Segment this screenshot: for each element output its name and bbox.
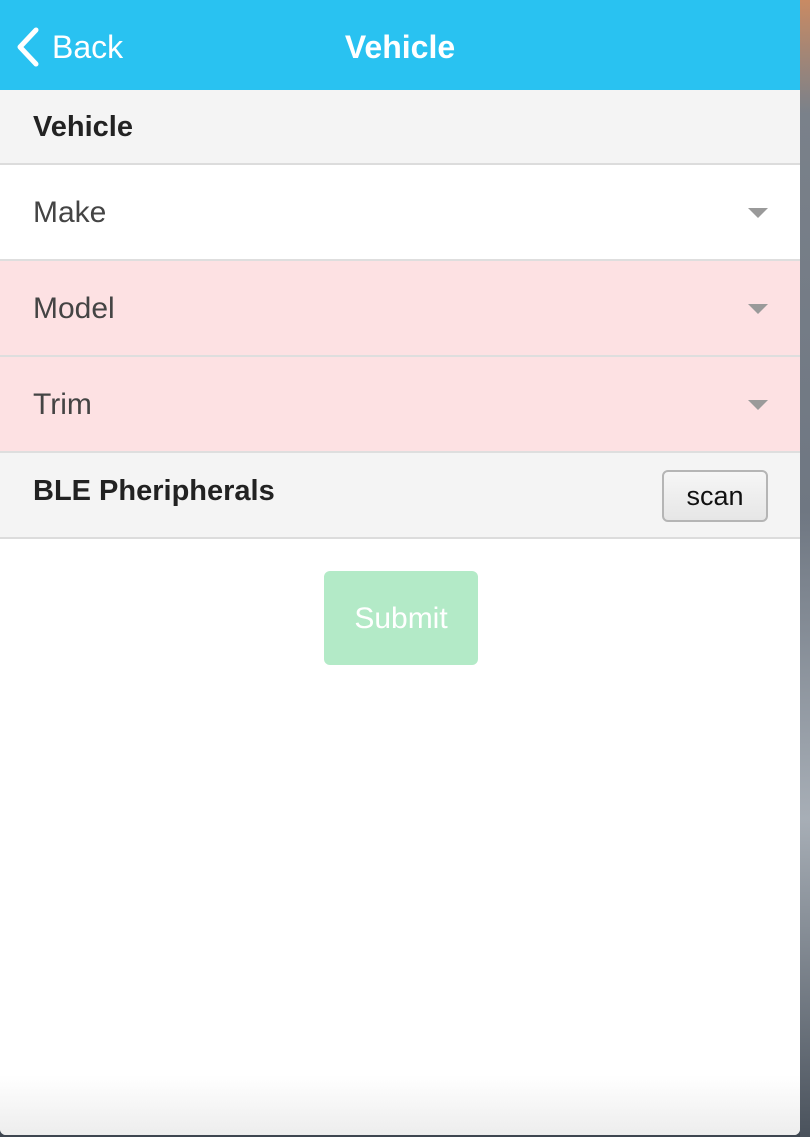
model-select-label: Model: [33, 292, 115, 325]
trim-select-label: Trim: [33, 388, 92, 421]
chevron-down-icon: [748, 208, 768, 218]
scan-button[interactable]: scan: [662, 470, 768, 522]
app-window: Back Vehicle Vehicle Make Model Trim BLE…: [0, 0, 800, 1135]
model-select[interactable]: Model: [0, 261, 800, 357]
desktop-background: [800, 0, 810, 1137]
vehicle-section-header: Vehicle: [0, 90, 800, 165]
section-title: Vehicle: [33, 111, 133, 143]
submit-button[interactable]: Submit: [324, 571, 478, 665]
trim-select[interactable]: Trim: [0, 357, 800, 453]
chevron-down-icon: [748, 304, 768, 314]
chevron-down-icon: [748, 400, 768, 410]
make-select-label: Make: [33, 196, 107, 229]
make-select[interactable]: Make: [0, 165, 800, 261]
section-title: BLE Pheripherals: [33, 475, 275, 507]
ble-section-header: BLE Pheripherals scan: [0, 453, 800, 539]
back-button[interactable]: Back: [14, 24, 123, 70]
navigation-bar: Back Vehicle: [0, 0, 800, 90]
chevron-left-icon: [17, 27, 39, 67]
back-label: Back: [52, 29, 124, 65]
